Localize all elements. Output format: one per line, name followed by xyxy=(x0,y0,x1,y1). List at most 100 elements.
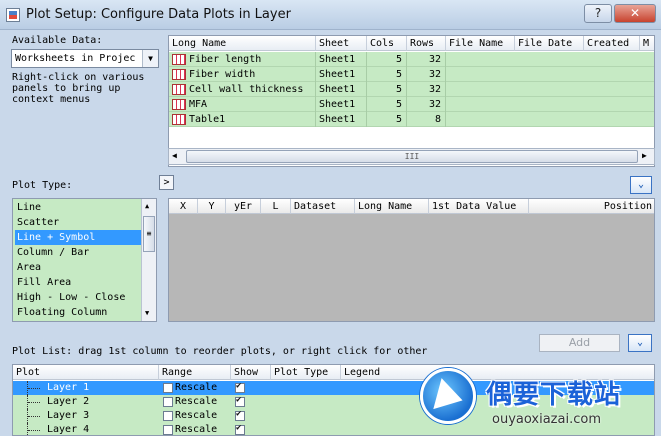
plot-type-item[interactable]: Fill Area xyxy=(15,275,141,290)
app-icon xyxy=(6,8,20,22)
range-rescale-label: Rescale xyxy=(175,424,218,435)
column-header-plot-type[interactable]: Plot Type xyxy=(271,365,341,380)
worksheet-row[interactable]: Cell wall thickness Sheet1 5 32 xyxy=(169,82,654,97)
column-header-sheet[interactable]: Sheet xyxy=(316,36,367,51)
plot-type-label: Plot Type: xyxy=(12,180,73,191)
available-data-value: Worksheets in Projec xyxy=(15,53,136,64)
column-header-file-date[interactable]: File Date xyxy=(515,36,584,51)
worksheet-sheet: Sheet1 xyxy=(316,112,367,127)
dataset-grid[interactable]: X Y yEr L Dataset Long Name 1st Data Val… xyxy=(168,198,655,322)
worksheet-icon xyxy=(172,69,186,80)
column-header-created[interactable]: Created xyxy=(584,36,640,51)
plot-type-item[interactable]: Scatter xyxy=(15,215,141,230)
title-bar: Plot Setup: Configure Data Plots in Laye… xyxy=(0,0,661,30)
window-title: Plot Setup: Configure Data Plots in Laye… xyxy=(26,7,291,22)
layer-name: Layer 3 xyxy=(47,410,90,421)
worksheet-name: Table1 xyxy=(189,112,316,127)
worksheet-name: Cell wall thickness xyxy=(189,82,316,97)
chevron-down-icon[interactable]: ▼ xyxy=(142,50,158,67)
column-header-first-data-value[interactable]: 1st Data Value xyxy=(429,199,529,214)
worksheet-row[interactable]: Fiber length Sheet1 5 32 xyxy=(169,52,654,67)
show-checkbox[interactable] xyxy=(235,409,245,421)
column-header-long-name[interactable]: Long Name xyxy=(169,36,316,51)
plot-type-item[interactable]: Area xyxy=(15,260,141,275)
show-checkbox[interactable] xyxy=(235,423,245,435)
plot-type-item[interactable]: Line xyxy=(15,200,141,215)
plot-type-item-selected[interactable]: Line + Symbol xyxy=(15,230,141,245)
scrollbar-thumb[interactable]: ≡ xyxy=(143,216,155,252)
worksheet-name: Fiber length xyxy=(189,52,316,67)
context-menu-hint: Right-click on various panels to bring u… xyxy=(12,72,145,102)
worksheet-cols: 5 xyxy=(367,52,407,67)
tree-branch-icon xyxy=(27,409,41,423)
rescale-checkbox[interactable] xyxy=(163,383,173,393)
rescale-checkbox[interactable] xyxy=(163,411,173,421)
plot-type-item[interactable]: High - Low - Close xyxy=(15,290,141,305)
column-header-plot[interactable]: Plot xyxy=(13,365,159,380)
layer-name: Layer 1 xyxy=(41,381,94,395)
watermark: 偶要下载站 ouyaoxiazai.com xyxy=(416,366,661,436)
scroll-left-icon[interactable]: ◀ xyxy=(172,151,177,160)
worksheet-sheet: Sheet1 xyxy=(316,52,367,67)
worksheet-sheet: Sheet1 xyxy=(316,67,367,82)
worksheet-cols: 5 xyxy=(367,97,407,112)
column-header-file-name[interactable]: File Name xyxy=(446,36,515,51)
worksheet-rows: 32 xyxy=(407,67,446,82)
plot-type-scrollbar[interactable]: ▲ ≡ ▼ xyxy=(141,199,156,321)
worksheet-name: MFA xyxy=(189,97,316,112)
help-button[interactable]: ? xyxy=(584,4,612,23)
worksheet-sheet: Sheet1 xyxy=(316,97,367,112)
worksheet-icon xyxy=(172,99,186,110)
worksheet-cols: 5 xyxy=(367,82,407,97)
scrollbar-thumb[interactable]: III xyxy=(186,150,638,163)
add-button[interactable]: Add xyxy=(539,334,620,352)
tree-branch-icon xyxy=(27,395,41,409)
column-header-yerr[interactable]: yEr xyxy=(226,199,261,214)
worksheet-rows: 32 xyxy=(407,82,446,97)
plot-type-item[interactable]: Floating Column xyxy=(15,305,141,320)
worksheet-row[interactable]: MFA Sheet1 5 32 xyxy=(169,97,654,112)
column-header-m[interactable]: M xyxy=(640,36,654,51)
column-header-long-name[interactable]: Long Name xyxy=(355,199,429,214)
worksheet-rows: 32 xyxy=(407,97,446,112)
column-header-rows[interactable]: Rows xyxy=(407,36,446,51)
worksheet-cols: 5 xyxy=(367,112,407,127)
available-data-label: Available Data: xyxy=(12,35,103,46)
column-header-x[interactable]: X xyxy=(169,199,198,214)
expand-panel-button[interactable]: ⌄ xyxy=(630,176,652,194)
worksheet-icon xyxy=(172,114,186,125)
tree-branch-icon xyxy=(27,423,41,435)
column-header-y[interactable]: Y xyxy=(198,199,226,214)
plot-type-list[interactable]: Line Scatter Line + Symbol Column / Bar … xyxy=(12,198,157,322)
scroll-up-icon[interactable]: ▲ xyxy=(145,202,149,210)
worksheet-icon xyxy=(172,54,186,65)
worksheet-name: Fiber width xyxy=(189,67,316,82)
column-header-range[interactable]: Range xyxy=(159,365,231,380)
layer-name: Layer 4 xyxy=(47,424,90,435)
column-header-show[interactable]: Show xyxy=(231,365,271,380)
expand-plot-list-button[interactable]: ⌄ xyxy=(628,334,652,352)
plot-list-label: Plot List: drag 1st column to reorder pl… xyxy=(12,346,428,357)
plot-type-arrow-button[interactable]: > xyxy=(159,175,174,190)
rescale-checkbox[interactable] xyxy=(163,397,173,407)
worksheet-rows: 8 xyxy=(407,112,446,127)
show-checkbox[interactable] xyxy=(235,395,245,407)
range-rescale-label: Rescale xyxy=(175,396,218,407)
column-header-l[interactable]: L xyxy=(261,199,291,214)
scroll-right-icon[interactable]: ▶ xyxy=(642,151,647,160)
available-data-dropdown[interactable]: Worksheets in Projec ▼ xyxy=(11,49,159,68)
range-rescale-label: Rescale xyxy=(175,382,218,393)
rescale-checkbox[interactable] xyxy=(163,425,173,435)
worksheet-row[interactable]: Fiber width Sheet1 5 32 xyxy=(169,67,654,82)
watermark-logo-icon xyxy=(420,368,476,424)
close-button[interactable]: ✕ xyxy=(614,4,656,23)
column-header-dataset[interactable]: Dataset xyxy=(291,199,355,214)
worksheet-row[interactable]: Table1 Sheet1 5 8 xyxy=(169,112,654,127)
scroll-down-icon[interactable]: ▼ xyxy=(145,309,149,317)
column-header-cols[interactable]: Cols xyxy=(367,36,407,51)
column-header-position[interactable]: Position xyxy=(529,199,654,214)
plot-type-item[interactable]: Column / Bar xyxy=(15,245,141,260)
layer-name: Layer 2 xyxy=(47,396,90,407)
worksheet-icon xyxy=(172,84,186,95)
show-checkbox[interactable] xyxy=(235,381,245,393)
